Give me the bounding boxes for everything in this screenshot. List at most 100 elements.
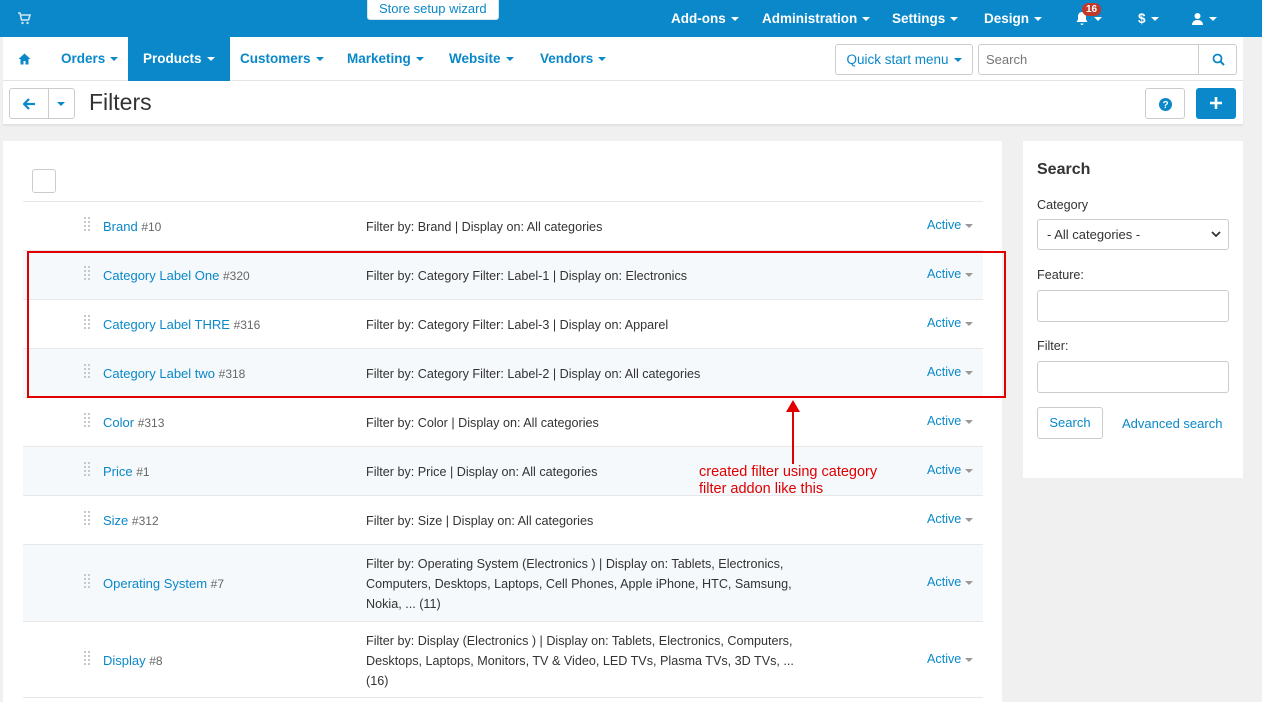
filter-description-line: (16): [366, 674, 389, 688]
home-icon: [18, 53, 31, 65]
add-filter-button[interactable]: [1196, 88, 1236, 119]
table-row: Operating System #7 Filter by: Operating…: [23, 544, 983, 621]
sidebar-search-button[interactable]: Search: [1037, 407, 1103, 439]
filter-description-line: Filter by: Color | Display on: All categ…: [366, 416, 599, 430]
status-label: Active: [927, 414, 962, 428]
nav-website-label: Website: [449, 51, 501, 66]
nav-customers[interactable]: Customers: [240, 37, 324, 81]
administration-menu-label: Administration: [762, 11, 858, 26]
drag-handle-icon[interactable]: [84, 574, 92, 592]
chevron-down-icon: [505, 57, 514, 62]
status-dropdown[interactable]: Active: [927, 575, 974, 589]
page-title: Filters: [89, 89, 152, 115]
filter-id: #7: [210, 577, 225, 591]
status-dropdown[interactable]: Active: [927, 414, 974, 428]
filter-id: #312: [131, 514, 159, 528]
filter-name: Brand: [103, 219, 138, 234]
cart-icon[interactable]: [17, 11, 31, 25]
annotation-line: created filter using category: [699, 464, 878, 480]
drag-handle-icon[interactable]: [84, 511, 92, 529]
nav-customers-label: Customers: [240, 51, 311, 66]
status-dropdown[interactable]: Active: [927, 218, 974, 232]
filter-id: #8: [149, 654, 163, 668]
filter-name-link[interactable]: Operating System #7: [103, 576, 224, 591]
quick-start-menu-button[interactable]: Quick start menu: [835, 44, 973, 75]
home-button[interactable]: [18, 37, 31, 81]
table-row: Brand #10 Filter by: Brand | Display on:…: [23, 201, 983, 250]
settings-menu[interactable]: Settings: [892, 0, 959, 37]
plus-icon: [1210, 97, 1222, 109]
history-dropdown-button[interactable]: [48, 88, 75, 119]
filter-name: Size: [103, 513, 129, 528]
chevron-down-icon: [965, 223, 974, 228]
search-sidebar: Search Category - All categories - Featu…: [1023, 141, 1243, 478]
main-navigation: Orders Products Customers Marketing Webs…: [3, 37, 1243, 81]
help-button[interactable]: ?: [1145, 88, 1185, 119]
status-dropdown[interactable]: Active: [927, 652, 974, 666]
status-label: Active: [927, 575, 962, 589]
notification-count-badge: 16: [1082, 3, 1102, 16]
nav-marketing[interactable]: Marketing: [347, 37, 424, 81]
currency-menu[interactable]: $: [1138, 0, 1159, 37]
settings-menu-label: Settings: [892, 11, 946, 26]
filter-id: #313: [137, 416, 165, 430]
category-label: Category: [1037, 198, 1089, 212]
category-select[interactable]: - All categories -: [1037, 219, 1229, 250]
drag-handle-icon[interactable]: [84, 413, 92, 431]
feature-field[interactable]: [1037, 290, 1229, 322]
chevron-down-icon: [1034, 16, 1043, 21]
category-select-value: - All categories -: [1047, 227, 1141, 242]
chevron-down-icon: [57, 102, 65, 106]
filters-list-panel: Brand #10 Filter by: Brand | Display on:…: [3, 141, 1002, 702]
filter-name-link[interactable]: Brand #10: [103, 219, 161, 234]
chevron-down-icon: [950, 16, 959, 21]
chevron-down-icon: [110, 57, 119, 62]
drag-handle-icon[interactable]: [84, 651, 92, 669]
back-button[interactable]: [9, 88, 49, 119]
nav-vendors-label: Vendors: [540, 51, 594, 66]
chevron-down-icon: [965, 580, 974, 585]
table-row: Color #313 Filter by: Color | Display on…: [23, 397, 983, 446]
filter-name: Price: [103, 464, 133, 479]
drag-handle-icon[interactable]: [84, 462, 92, 480]
chevron-down-icon: [598, 57, 607, 62]
filter-name: Operating System: [103, 576, 208, 591]
chevron-down-icon: [730, 16, 739, 21]
filter-id: #10: [141, 220, 162, 234]
filter-description: Filter by: Display (Electronics ) | Disp…: [366, 631, 816, 691]
user-menu[interactable]: [1191, 0, 1217, 37]
page-header: Filters ?: [3, 81, 1243, 125]
select-all-checkbox[interactable]: [32, 169, 56, 193]
nav-orders-label: Orders: [61, 51, 106, 66]
advanced-search-link[interactable]: Advanced search: [1122, 416, 1222, 431]
design-menu[interactable]: Design: [984, 0, 1043, 37]
nav-orders[interactable]: Orders: [61, 37, 119, 81]
filter-label: Filter:: [1037, 339, 1069, 353]
filter-field[interactable]: [1037, 361, 1229, 393]
filter-name-link[interactable]: Color #313: [103, 415, 164, 430]
filter-name-link[interactable]: Price #1: [103, 464, 150, 479]
chevron-down-icon: [206, 57, 215, 62]
annotation-arrow-line: [792, 410, 794, 464]
nav-website[interactable]: Website: [449, 37, 514, 81]
nav-products[interactable]: Products: [128, 37, 230, 81]
filter-name-link[interactable]: Display #8: [103, 653, 163, 668]
store-setup-wizard-button[interactable]: Store setup wizard: [367, 0, 499, 20]
administration-menu[interactable]: Administration: [762, 0, 871, 37]
search-input[interactable]: [978, 44, 1199, 75]
status-dropdown[interactable]: Active: [927, 512, 974, 526]
status-dropdown[interactable]: Active: [927, 463, 974, 477]
filter-name: Display: [103, 653, 146, 668]
filter-name-link[interactable]: Size #312: [103, 513, 159, 528]
addons-menu[interactable]: Add-ons: [671, 0, 739, 37]
search-button[interactable]: [1198, 44, 1237, 75]
search-icon: [1212, 53, 1225, 66]
currency-symbol: $: [1138, 11, 1146, 26]
drag-handle-icon[interactable]: [84, 217, 92, 235]
annotation-highlight-box: [27, 251, 1006, 398]
filter-description-line: Filter by: Size | Display on: All catego…: [366, 514, 594, 528]
nav-vendors[interactable]: Vendors: [540, 37, 607, 81]
chevron-down-icon: [965, 657, 974, 662]
chevron-down-icon: [415, 57, 424, 62]
sidebar-title: Search: [1037, 161, 1091, 178]
